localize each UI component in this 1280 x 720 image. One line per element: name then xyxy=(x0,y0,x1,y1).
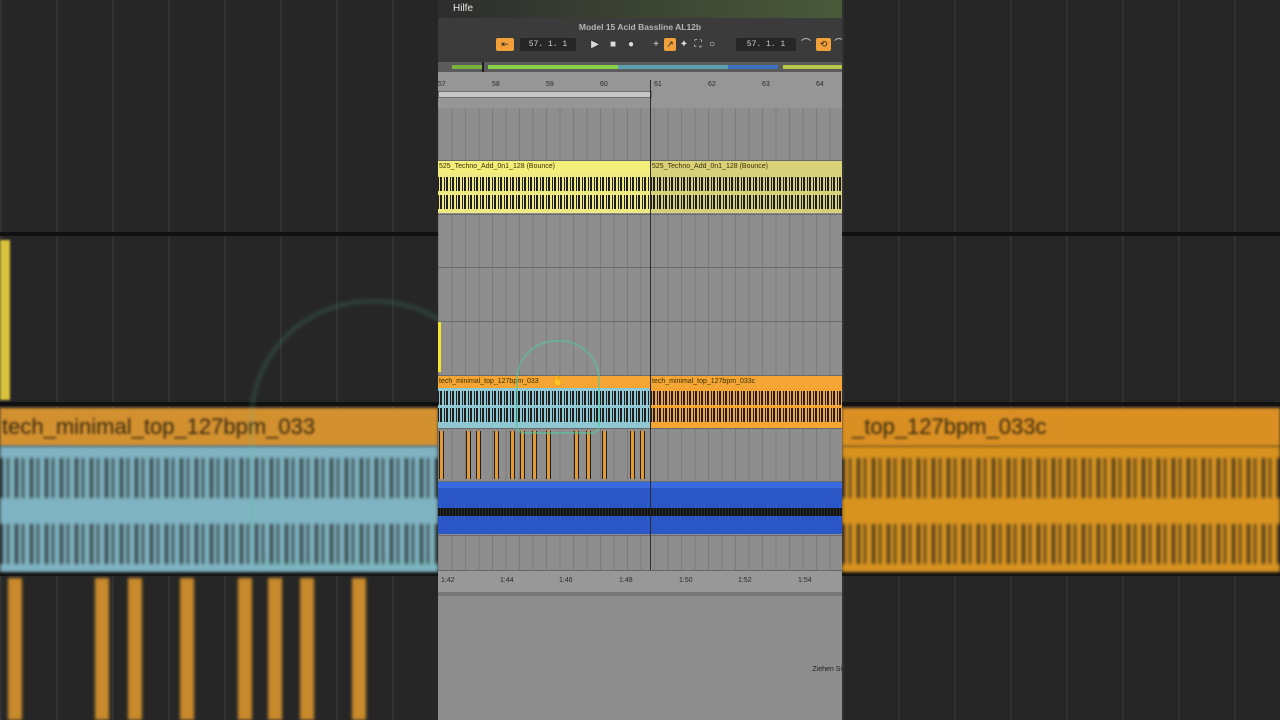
detail-view[interactable]: Ziehen Si xyxy=(438,592,842,720)
zoomed-background-left: tech_minimal_top_127bpm_033 xyxy=(0,0,438,720)
stop-button[interactable]: ■ xyxy=(606,38,620,51)
bg-clip-title: _top_127bpm_033c xyxy=(842,408,1280,446)
loop-position[interactable]: 57. 1. 1 xyxy=(736,38,796,51)
time-label: 1:54 xyxy=(798,577,812,584)
audio-clip[interactable]: tech_minimal_top_127bpm_033c xyxy=(651,376,842,428)
clip-edge[interactable] xyxy=(438,322,441,372)
plus-icon: + xyxy=(653,39,659,50)
bar-number: 58 xyxy=(492,81,500,88)
clip-title: tech_minimal_top_127bpm_033c xyxy=(651,376,842,388)
arrangement-view[interactable]: 525_Techno_Add_0n1_128 (Bounce) 525_Tech… xyxy=(438,108,842,570)
drum-clip[interactable] xyxy=(438,428,645,480)
time-label: 1:42 xyxy=(441,577,455,584)
record-icon: ● xyxy=(627,39,635,50)
capture-icon: ⛶ xyxy=(694,39,702,50)
automation-arm-button[interactable]: ↗ xyxy=(664,38,676,51)
beat-ruler[interactable]: 57 58 59 60 61 62 63 64 xyxy=(438,72,842,108)
daw-window: Hilfe Model 15 Acid Bassline AL12b ⇤ 57.… xyxy=(438,0,842,720)
time-label: 1:48 xyxy=(619,577,633,584)
playhead xyxy=(650,80,651,580)
session-record-button[interactable]: ○ xyxy=(706,38,718,51)
loop-icon: ⟲ xyxy=(819,39,828,49)
record-button[interactable]: ● xyxy=(624,38,638,51)
stop-icon: ■ xyxy=(609,39,617,50)
bar-number: 59 xyxy=(546,81,554,88)
time-label: 1:46 xyxy=(559,577,573,584)
hand-cursor-ghost xyxy=(516,340,600,434)
audio-clip[interactable] xyxy=(438,482,842,534)
title-bar: Model 15 Acid Bassline AL12b ⇤ 57. 1. 1 … xyxy=(438,18,842,62)
play-icon: ▶ xyxy=(591,39,599,50)
punch-out-button[interactable]: ⌒ xyxy=(834,38,842,51)
arrow-left-icon: ⇤ xyxy=(501,39,509,49)
punch-out-icon: ⌒ xyxy=(834,39,842,50)
time-label: 1:50 xyxy=(679,577,693,584)
bar-number: 57 xyxy=(438,81,446,88)
bar-number: 61 xyxy=(654,81,662,88)
punch-in-button[interactable]: ⌒ xyxy=(800,38,812,51)
bg-yellow-clip-edge xyxy=(0,240,10,400)
overdub-button[interactable]: + xyxy=(650,38,662,51)
bg-waveform xyxy=(842,446,1280,572)
bar-number: 63 xyxy=(762,81,770,88)
bar-number: 60 xyxy=(600,81,608,88)
zoomed-background-right: _top_127bpm_033c xyxy=(842,0,1280,720)
hand-cursor-icon: ✋ xyxy=(552,376,565,387)
clip-title: 525_Techno_Add_0n1_128 (Bounce) xyxy=(438,161,650,173)
time-label: 1:52 xyxy=(738,577,752,584)
bar-number: 64 xyxy=(816,81,824,88)
window-title: Model 15 Acid Bassline AL12b xyxy=(578,22,702,32)
menu-help[interactable]: Hilfe xyxy=(453,3,473,14)
time-ruler[interactable]: 1:42 1:44 1:46 1:48 1:50 1:52 1:54 xyxy=(438,570,842,593)
audio-clip[interactable]: 525_Techno_Add_0n1_128 (Bounce) xyxy=(438,161,650,213)
drop-hint: Ziehen Si xyxy=(812,666,842,673)
menu-bar: Hilfe xyxy=(438,0,842,18)
loop-brace[interactable] xyxy=(438,91,652,98)
loop-button[interactable]: ⟲ xyxy=(816,38,831,51)
punch-icon: ⌒ xyxy=(801,39,811,50)
automation-icon: ↗ xyxy=(666,39,674,49)
reenable-icon: ✦ xyxy=(679,39,689,50)
play-button[interactable]: ▶ xyxy=(588,38,602,51)
bar-number: 62 xyxy=(708,81,716,88)
arrangement-position[interactable]: 57. 1. 1 xyxy=(520,38,576,51)
follow-button[interactable]: ⇤ xyxy=(496,38,514,51)
reenable-automation-button[interactable]: ✦ xyxy=(678,38,690,51)
arrangement-overview[interactable] xyxy=(438,62,842,72)
circle-icon: ○ xyxy=(708,39,716,50)
capture-button[interactable]: ⛶ xyxy=(692,38,704,51)
time-label: 1:44 xyxy=(500,577,514,584)
clip-title: 525_Techno_Add_0n1_128 (Bounce) xyxy=(651,161,842,173)
audio-clip[interactable]: 525_Techno_Add_0n1_128 (Bounce) xyxy=(651,161,842,213)
